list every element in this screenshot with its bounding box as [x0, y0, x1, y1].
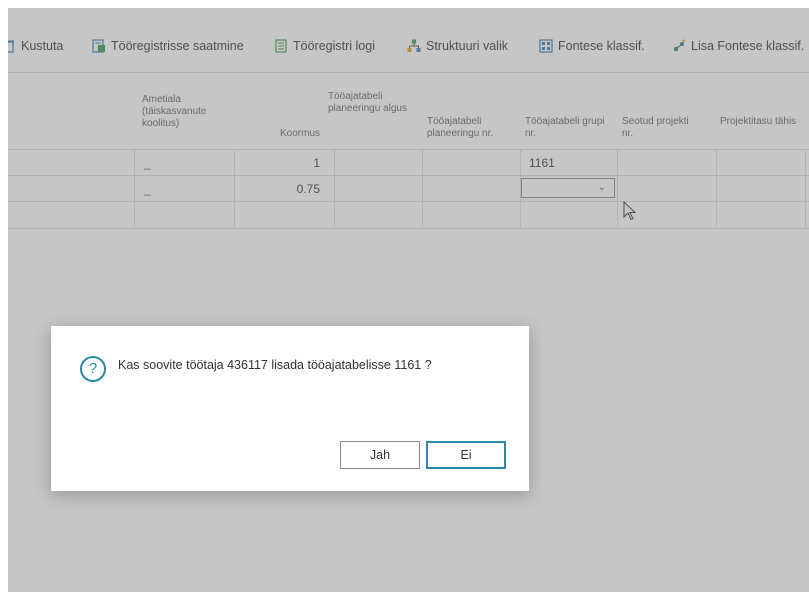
top-edge	[8, 0, 809, 8]
dialog-message: Kas soovite töötaja 436117 lisada tööaja…	[118, 358, 432, 372]
left-edge	[0, 0, 8, 592]
yes-button[interactable]: Jah	[340, 441, 420, 469]
no-button[interactable]: Ei	[426, 441, 506, 469]
modal-overlay	[8, 8, 809, 592]
question-icon: ?	[80, 356, 106, 382]
confirm-dialog: ? Kas soovite töötaja 436117 lisada tööa…	[51, 326, 529, 491]
